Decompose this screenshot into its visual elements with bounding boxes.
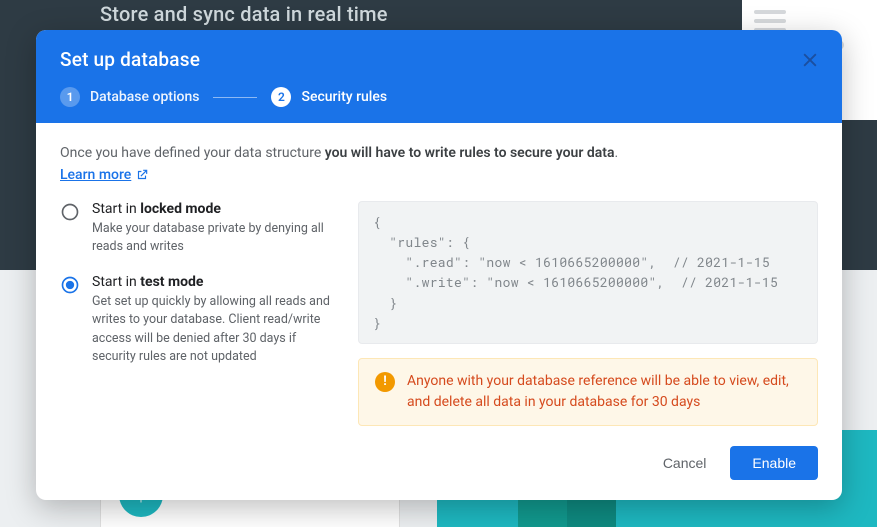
option-title: Start in locked mode <box>92 201 330 217</box>
close-icon <box>800 50 820 70</box>
setup-database-dialog: Set up database 1 Database options 2 Sec… <box>36 30 842 500</box>
warning-text: Anyone with your database reference will… <box>407 371 801 413</box>
warning-banner: ! Anyone with your database reference wi… <box>358 358 818 426</box>
radio-checked-icon <box>60 275 80 295</box>
radio-unchecked-icon <box>60 202 80 222</box>
cancel-button[interactable]: Cancel <box>659 447 711 479</box>
option-locked-mode[interactable]: Start in locked mode Make your database … <box>60 201 330 256</box>
dialog-title: Set up database <box>60 48 818 71</box>
warning-icon: ! <box>375 372 395 392</box>
page-hero-title: Store and sync data in real time <box>100 2 388 26</box>
close-button[interactable] <box>794 44 826 76</box>
intro-text: Once you have defined your data structur… <box>60 145 818 161</box>
external-link-icon <box>135 168 149 182</box>
mode-options: Start in locked mode Make your database … <box>60 201 330 426</box>
step-connector <box>213 97 257 98</box>
enable-button[interactable]: Enable <box>730 446 818 480</box>
step-number: 2 <box>271 87 291 107</box>
rules-preview-column: { "rules": { ".read": "now < 16106652000… <box>358 201 818 426</box>
step-database-options[interactable]: 1 Database options <box>60 87 199 107</box>
stepper: 1 Database options 2 Security rules <box>60 87 818 107</box>
dialog-header: Set up database 1 Database options 2 Sec… <box>36 30 842 123</box>
learn-more-link[interactable]: Learn more <box>60 167 149 183</box>
option-test-mode[interactable]: Start in test mode Get set up quickly by… <box>60 274 330 366</box>
step-label: Database options <box>90 89 199 105</box>
step-number: 1 <box>60 87 80 107</box>
option-description: Make your database private by denying al… <box>92 220 330 256</box>
option-title: Start in test mode <box>92 274 330 290</box>
step-label: Security rules <box>301 89 387 105</box>
rules-code-preview: { "rules": { ".read": "now < 16106652000… <box>358 201 818 344</box>
step-security-rules[interactable]: 2 Security rules <box>271 87 387 107</box>
dialog-footer: Cancel Enable <box>36 434 842 500</box>
option-description: Get set up quickly by allowing all reads… <box>92 293 330 366</box>
dialog-body: Once you have defined your data structur… <box>36 123 842 434</box>
